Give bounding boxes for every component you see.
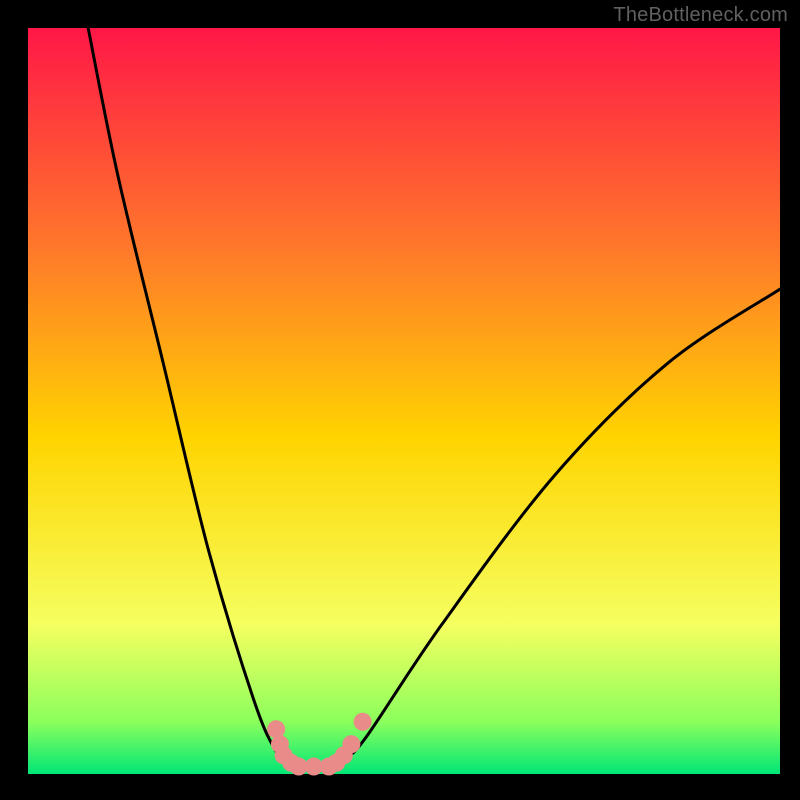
plot-background [28,28,780,774]
bottleneck-chart [0,0,800,800]
data-marker [354,713,372,731]
data-marker [342,735,360,753]
chart-container: TheBottleneck.com [0,0,800,800]
watermark-text: TheBottleneck.com [613,4,788,27]
